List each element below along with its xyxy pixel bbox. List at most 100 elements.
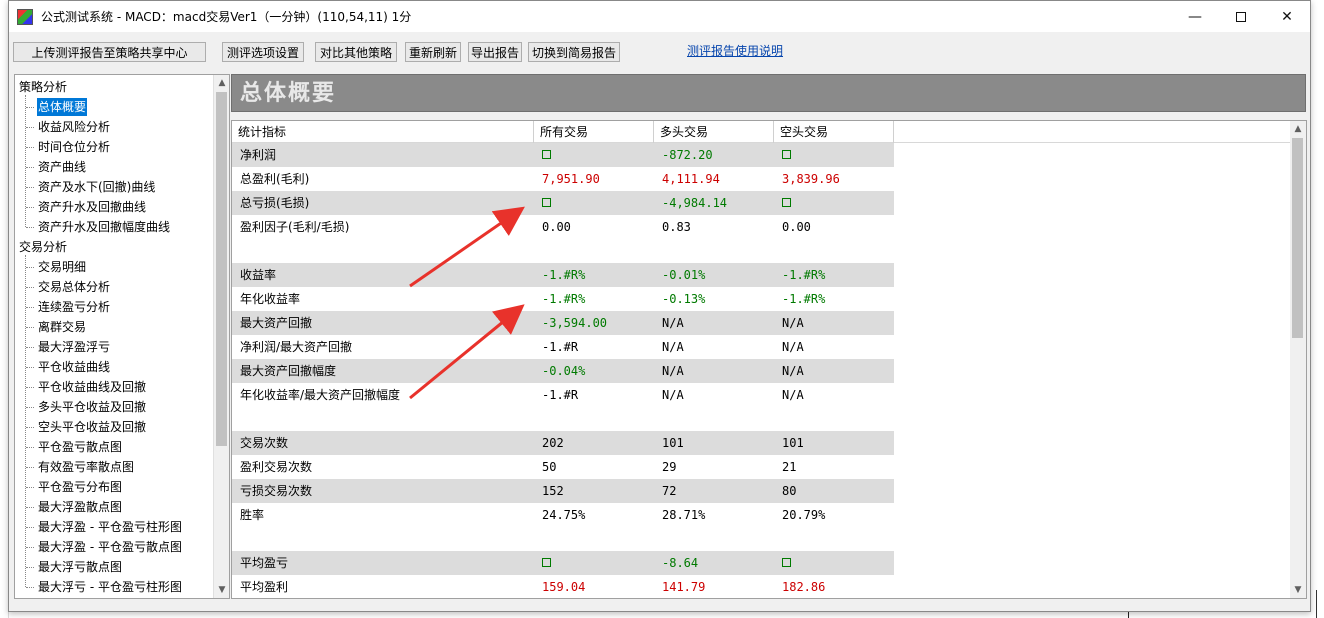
column-header-all[interactable]: 所有交易 xyxy=(534,121,654,143)
table-row[interactable]: 盈利交易次数 50 29 21 xyxy=(232,455,1291,479)
cell-short xyxy=(774,191,894,215)
tree-category[interactable]: 交易分析 xyxy=(19,237,67,257)
tree-item[interactable]: 离群交易 xyxy=(25,318,87,336)
test-options-button[interactable]: 测评选项设置 xyxy=(222,42,304,62)
tree-item[interactable]: 交易总体分析 xyxy=(25,278,111,296)
tree-item[interactable]: 连续盈亏分析 xyxy=(25,298,111,316)
tree-item[interactable]: 最大浮盈 - 平仓盈亏柱形图 xyxy=(26,518,183,536)
tree-item[interactable]: 最大浮盈散点图 xyxy=(25,498,123,516)
table-row[interactable]: 净利润/最大资产回撤 -1.#R N/A N/A xyxy=(232,335,1291,359)
cell-all xyxy=(534,527,654,551)
export-report-button[interactable]: 导出报告 xyxy=(468,42,522,62)
tree-item[interactable]: 交易明细 xyxy=(25,258,87,276)
table-row[interactable]: 净利润 -872.20 xyxy=(232,143,1291,167)
table-row[interactable] xyxy=(232,407,1291,431)
cell-short xyxy=(774,551,894,575)
report-help-link[interactable]: 测评报告使用说明 xyxy=(687,42,783,59)
cell-all: 0.00 xyxy=(542,220,571,234)
cell-short: N/A xyxy=(774,359,894,383)
cell-long: 101 xyxy=(654,431,774,455)
analysis-tree: 策略分析 总体概要收益风险分析 时间仓位分析 资产曲线资产及水下(回撤)曲线 资产升水及… xyxy=(15,75,214,598)
tree-item[interactable]: 有效盈亏率散点图 xyxy=(25,458,135,476)
upload-report-button[interactable]: 上传测评报告至策略共享中心 xyxy=(13,42,206,62)
cell-all: 24.75% xyxy=(542,508,586,522)
tree-item[interactable]: 平仓收益曲线 xyxy=(25,358,111,376)
tree-item[interactable]: 多头平仓收益及回撤 xyxy=(25,398,147,416)
tree-item[interactable]: 最大浮盈浮亏 xyxy=(25,338,111,356)
compare-strategies-button[interactable]: 对比其他策略 xyxy=(315,42,397,62)
tree-item[interactable]: 资产升水及回撤曲线 xyxy=(25,198,147,216)
table-row[interactable]: 总亏损(毛损) -4,984.14 xyxy=(232,191,1291,215)
cell-short: 20.79% xyxy=(782,508,826,522)
scroll-up-icon[interactable]: ▲ xyxy=(214,75,229,91)
refresh-button[interactable]: 重新刷新 xyxy=(405,42,461,62)
table-row[interactable]: 最大资产回撤 -3,594.00 N/A N/A xyxy=(232,311,1291,335)
cell-all: 50 xyxy=(542,460,557,474)
tree-scrollbar[interactable]: ▲ ▼ xyxy=(213,75,229,598)
cell-long: N/A xyxy=(662,340,684,354)
row-label: 胜率 xyxy=(240,508,265,522)
tree-item[interactable]: 最大浮盈 - 平仓盈亏散点图 xyxy=(26,538,183,556)
table-scroll-up-icon[interactable]: ▲ xyxy=(1290,121,1306,137)
tree-item[interactable]: 平仓盈亏分布图 xyxy=(25,478,123,496)
summary-table: 统计指标 所有交易 多头交易 空头交易 净利润 -872.20 总盈利(毛利) 7,9… xyxy=(231,120,1307,599)
cell-short: -1.#R% xyxy=(774,263,894,287)
switch-simple-report-button[interactable]: 切换到简易报告 xyxy=(528,42,620,62)
tree-item[interactable]: 总体概要 xyxy=(25,98,88,116)
cell-short: N/A xyxy=(774,311,894,335)
cell-long: 28.71% xyxy=(662,508,706,522)
cell-all xyxy=(534,143,654,167)
table-row[interactable]: 交易次数 202 101 101 xyxy=(232,431,1291,455)
tree-item[interactable]: 收益风险分析 xyxy=(25,118,111,136)
tree-item[interactable]: 资产曲线 xyxy=(25,158,87,176)
cell-long: N/A xyxy=(662,388,684,402)
minimize-button[interactable]: — xyxy=(1172,1,1218,32)
app-icon xyxy=(17,8,33,25)
table-row[interactable]: 年化收益率 -1.#R% -0.13% -1.#R% xyxy=(232,287,1291,311)
row-label xyxy=(232,239,534,263)
tree-item[interactable]: 资产及水下(回撤)曲线 xyxy=(25,178,156,196)
table-row[interactable]: 亏损交易次数 152 72 80 xyxy=(232,479,1291,503)
tree-item[interactable]: 平仓盈亏散点图 xyxy=(25,438,123,456)
table-scrollbar[interactable]: ▲ ▼ xyxy=(1290,121,1306,598)
column-header-metric[interactable]: 统计指标 xyxy=(232,121,534,143)
column-header-long[interactable]: 多头交易 xyxy=(654,121,774,143)
report-panel: 总体概要 统计指标 所有交易 多头交易 空头交易 净利润 -872.20 总盈利(毛… xyxy=(230,74,1307,599)
close-button[interactable]: ✕ xyxy=(1264,1,1310,32)
tree-scroll-thumb[interactable] xyxy=(216,92,227,446)
table-row[interactable]: 最大资产回撤幅度 -0.04% N/A N/A xyxy=(232,359,1291,383)
table-row[interactable]: 平均盈亏 -8.64 xyxy=(232,551,1291,575)
table-row[interactable]: 胜率 24.75% 28.71% 20.79% xyxy=(232,503,1291,527)
tree-item[interactable]: 空头平仓收益及回撤 xyxy=(25,418,147,436)
row-label xyxy=(232,527,534,551)
tree-item[interactable]: 时间仓位分析 xyxy=(25,138,111,156)
background-window-right xyxy=(1310,0,1324,618)
tree-item[interactable]: 平仓收益曲线及回撤 xyxy=(25,378,147,396)
cell-long xyxy=(654,239,774,263)
tree-item[interactable]: 资产升水及回撤幅度曲线 xyxy=(25,218,171,236)
table-scroll-down-icon[interactable]: ▼ xyxy=(1290,582,1306,598)
title-bar[interactable]: 公式测试系统 - MACD：macd交易Ver1（一分钟）(110,54,11)… xyxy=(9,1,1310,32)
column-header-short[interactable]: 空头交易 xyxy=(774,121,894,143)
cell-long: -4,984.14 xyxy=(654,191,774,215)
table-row[interactable]: 年化收益率/最大资产回撤幅度 -1.#R N/A N/A xyxy=(232,383,1291,407)
cell-all: 202 xyxy=(534,431,654,455)
table-row[interactable]: 盈利因子(毛利/毛损) 0.00 0.83 0.00 xyxy=(232,215,1291,239)
cell-long xyxy=(654,407,774,431)
table-scroll-thumb[interactable] xyxy=(1292,138,1303,338)
table-row[interactable]: 收益率 -1.#R% -0.01% -1.#R% xyxy=(232,263,1291,287)
tree-category[interactable]: 策略分析 xyxy=(19,77,67,97)
table-row[interactable] xyxy=(232,527,1291,551)
placeholder-square-icon xyxy=(542,198,551,207)
cell-long: -0.01% xyxy=(654,263,774,287)
maximize-button[interactable] xyxy=(1218,1,1264,32)
table-row[interactable]: 总盈利(毛利) 7,951.90 4,111.94 3,839.96 xyxy=(232,167,1291,191)
tree-item[interactable]: 最大浮亏散点图 xyxy=(25,558,123,576)
table-scroll-track[interactable]: ▲ ▼ xyxy=(1290,121,1306,598)
scroll-down-icon[interactable]: ▼ xyxy=(214,582,229,598)
tree-item[interactable]: 最大浮亏 - 平仓盈亏柱形图 xyxy=(26,578,183,596)
cell-long: -0.13% xyxy=(662,292,706,306)
table-row[interactable]: 平均盈利 159.04 141.79 182.86 xyxy=(232,575,1291,598)
row-label xyxy=(232,407,534,431)
table-row[interactable] xyxy=(232,239,1291,263)
